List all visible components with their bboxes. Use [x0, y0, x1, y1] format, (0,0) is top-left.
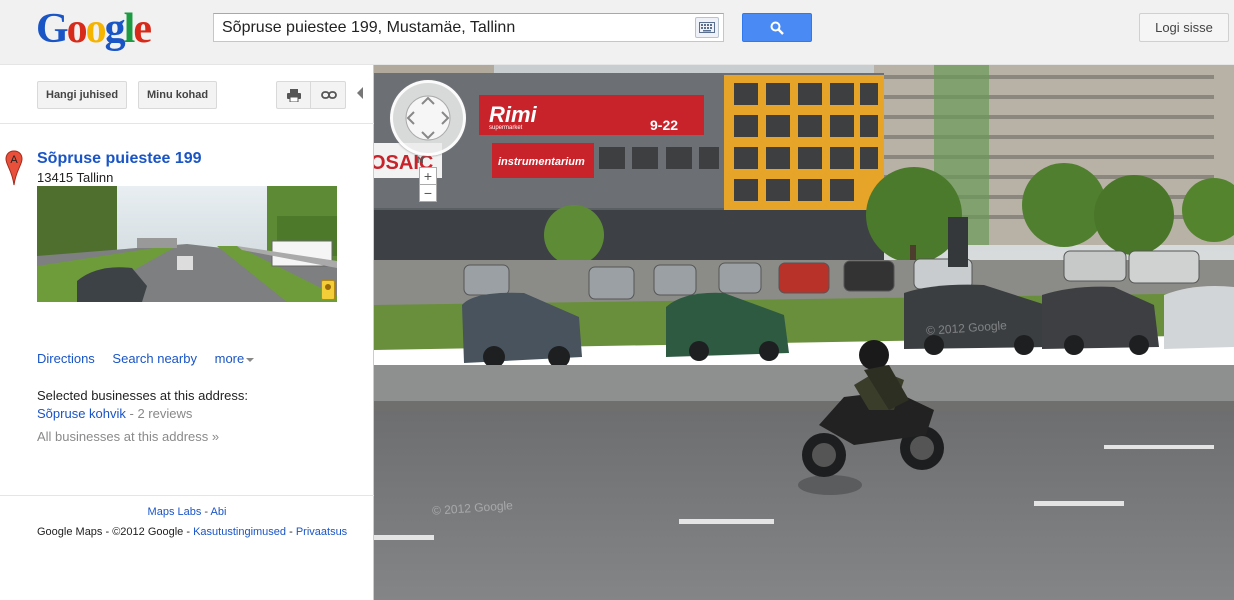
place-address: 13415 Tallinn	[37, 170, 114, 185]
panel-toolbar: Hangi juhised Minu kohad	[0, 65, 374, 124]
zoom-out-button[interactable]: −	[419, 184, 437, 202]
footer-legal: Google Maps - ©2012 Google - Kasutusting…	[37, 526, 347, 538]
left-panel: Hangi juhised Minu kohad A Sõpruse puies…	[0, 65, 374, 600]
store-sign: Rimi	[489, 102, 538, 127]
keyboard-icon[interactable]	[695, 17, 719, 38]
directions-link[interactable]: Directions	[37, 351, 95, 366]
print-button[interactable]	[276, 81, 311, 109]
chevron-down-icon	[246, 357, 255, 362]
business-reviews[interactable]: - 2 reviews	[126, 406, 193, 421]
search-nearby-link[interactable]: Search nearby	[112, 351, 197, 366]
link-button[interactable]	[310, 81, 346, 109]
search-input[interactable]	[222, 14, 692, 41]
copyright-text: Google Maps - ©2012 Google -	[37, 526, 194, 538]
footer-separator: -	[201, 506, 211, 518]
more-label: more	[214, 351, 245, 366]
privacy-link[interactable]: Privaatsus	[296, 526, 347, 538]
street-view-thumbnail[interactable]	[37, 186, 337, 302]
store-subsign: supermarket	[489, 125, 523, 131]
search-box	[213, 13, 724, 42]
business-link[interactable]: Sõpruse kohvik	[37, 406, 126, 421]
terms-link[interactable]: Kasutustingimused	[193, 526, 286, 538]
search-button[interactable]	[742, 13, 812, 42]
pegman-icon[interactable]	[321, 280, 335, 300]
top-bar: Google Logi sisse	[0, 0, 1234, 65]
street-view-panorama[interactable]: Rimi supermarket 9-22 instrumentarium OS…	[374, 65, 1234, 600]
all-businesses-link[interactable]: All businesses at this address »	[37, 429, 219, 444]
zoom-in-button[interactable]: +	[419, 167, 437, 185]
sign-in-button[interactable]: Logi sisse	[1139, 13, 1229, 42]
opening-hours-sign: 9-22	[650, 117, 678, 133]
magnifier-icon	[770, 21, 784, 35]
link-icon	[321, 91, 337, 99]
compass-north-label: N	[417, 155, 424, 165]
marker-label: A	[10, 154, 18, 166]
collapse-panel-icon[interactable]	[357, 87, 363, 99]
printer-icon	[287, 89, 301, 102]
footer-links: Maps Labs - Abi	[0, 506, 374, 518]
place-title[interactable]: Sõpruse puiestee 199	[37, 150, 202, 168]
get-directions-button[interactable]: Hangi juhised	[37, 81, 128, 109]
businesses-heading: Selected businesses at this address:	[37, 388, 249, 403]
business-item: Sõpruse kohvik - 2 reviews	[37, 406, 192, 421]
help-link[interactable]: Abi	[211, 506, 227, 518]
my-places-button[interactable]: Minu kohad	[138, 81, 218, 109]
footer-separator: -	[286, 526, 296, 538]
more-link[interactable]: more	[215, 351, 255, 366]
map-marker-icon[interactable]: A	[5, 150, 23, 186]
place-actions: Directions Search nearby more	[37, 351, 268, 366]
shop-sign: instrumentarium	[498, 156, 585, 168]
maps-labs-link[interactable]: Maps Labs	[148, 506, 202, 518]
street-view-image[interactable]: Rimi supermarket 9-22 instrumentarium OS…	[374, 65, 1234, 600]
street-view-nav-control[interactable]: N	[390, 80, 466, 165]
google-logo[interactable]: Google	[36, 7, 152, 51]
footer: Maps Labs - Abi Google Maps - ©2012 Goog…	[0, 495, 374, 538]
